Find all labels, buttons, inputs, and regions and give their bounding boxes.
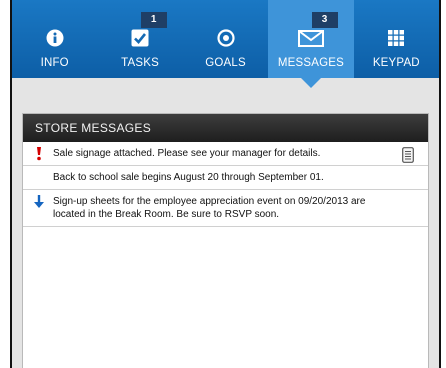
message-text: Sale signage attached. Please see your m…: [53, 148, 321, 159]
nav-messages-label: MESSAGES: [277, 57, 344, 69]
nav-keypad[interactable]: KEYPAD: [354, 0, 439, 78]
message-text: Back to school sale begins August 20 thr…: [53, 172, 324, 183]
nav-info[interactable]: INFO: [12, 0, 97, 78]
checkbox-icon: [131, 29, 149, 47]
message-item[interactable]: Sale signage attached. Please see your m…: [23, 142, 428, 166]
store-messages-panel: STORE MESSAGES Sale signage attached. Pl…: [22, 113, 429, 368]
messages-count-badge: 3: [311, 12, 338, 28]
tasks-count-badge: 1: [140, 12, 167, 28]
keypad-icon: [388, 30, 405, 46]
info-icon: [46, 29, 64, 47]
target-icon: [216, 29, 235, 47]
nav-info-label: INFO: [40, 57, 69, 69]
store-messages-header: STORE MESSAGES: [23, 114, 428, 142]
nav-messages[interactable]: 3 MESSAGES: [268, 0, 354, 88]
nav-goals[interactable]: GOALS: [183, 0, 268, 78]
nav-goals-label: GOALS: [205, 57, 246, 69]
low-priority-arrow-icon: [34, 195, 44, 208]
high-priority-icon: [37, 147, 41, 161]
message-item[interactable]: Back to school sale begins August 20 thr…: [23, 166, 428, 190]
message-text: Sign-up sheets for the employee apprecia…: [53, 196, 366, 220]
envelope-icon: [297, 30, 324, 47]
nav-tasks-label: TASKS: [121, 57, 160, 69]
active-tab-pointer: [300, 78, 321, 88]
app-frame: INFO 1 TASKS GOALS 3 MESSAGES KEYPAD STO…: [10, 0, 441, 368]
nav-keypad-label: KEYPAD: [372, 57, 420, 69]
top-navigation: INFO 1 TASKS GOALS 3 MESSAGES KEYPAD: [12, 0, 439, 88]
nav-tasks[interactable]: 1 TASKS: [97, 0, 182, 78]
document-attachment-icon[interactable]: [402, 147, 414, 163]
message-item[interactable]: Sign-up sheets for the employee apprecia…: [23, 190, 428, 227]
